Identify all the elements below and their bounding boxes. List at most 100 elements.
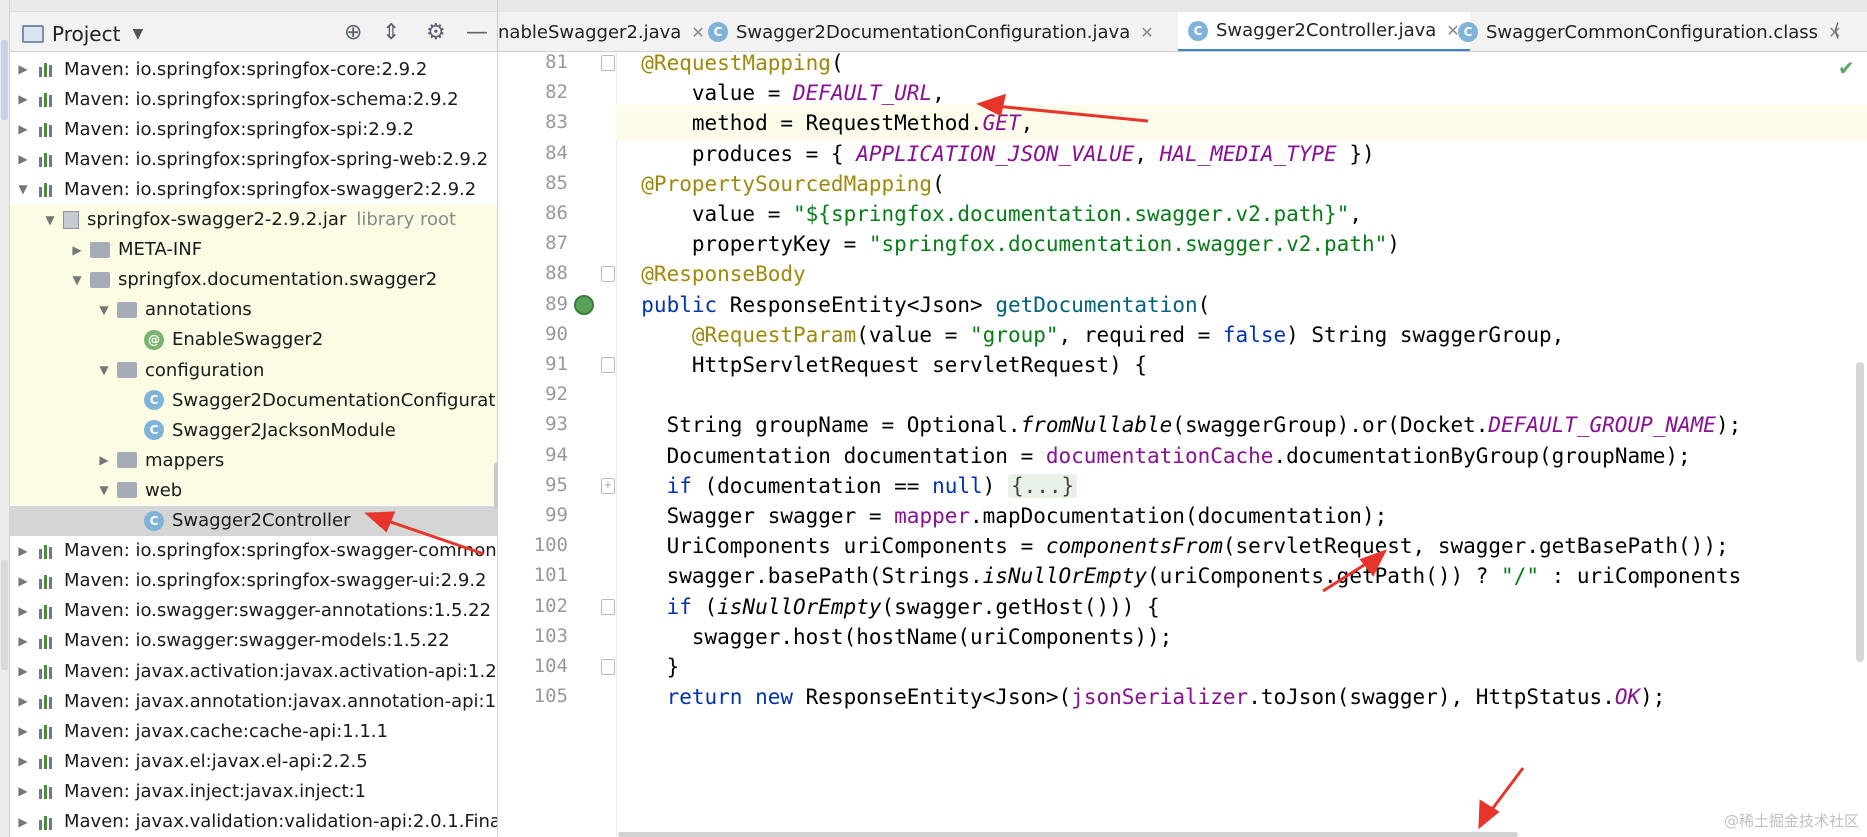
library-icon: [36, 541, 56, 561]
folded-region[interactable]: {...}: [1007, 473, 1078, 498]
expanded-arrow-icon[interactable]: ▼: [97, 483, 111, 497]
tree-node[interactable]: ▼ web: [10, 475, 497, 506]
tab-swagger2documentationconfiguration[interactable]: C Swagger2DocumentationConfiguration.jav…: [708, 12, 1154, 51]
expanded-arrow-icon[interactable]: ▼: [16, 182, 30, 196]
collapse-all-icon[interactable]: ⇕: [382, 20, 400, 46]
tree-node[interactable]: ▶ Maven: javax.validation:validation-api:…: [10, 807, 497, 837]
tree-node[interactable]: ▶ Maven: io.swagger:swagger-models:1.5.22: [10, 626, 497, 656]
code-editor[interactable]: 81 82 83 84 85 86 87 88 89 90 91 92 93 94 95 +99 100 101 1…: [498, 52, 1867, 837]
tree-node[interactable]: C Swagger2JacksonModule: [10, 415, 497, 446]
code-token: APPLICATION_JSON_VALUE: [856, 141, 1135, 166]
tab-enableswagger2[interactable]: nableSwagger2.java ✕: [498, 12, 705, 51]
collapsed-arrow-icon[interactable]: ▶: [16, 815, 30, 829]
collapsed-arrow-icon[interactable]: ▶: [97, 453, 111, 467]
project-view-selector[interactable]: Project ▼: [22, 22, 143, 46]
collapsed-arrow-icon[interactable]: ▶: [16, 122, 30, 136]
tree-node[interactable]: ▼ springfox.documentation.swagger2: [10, 264, 497, 295]
gear-icon[interactable]: ⚙: [426, 20, 446, 46]
tree-node[interactable]: ▶ Maven: javax.activation:javax.activatio…: [10, 656, 498, 686]
tree-node[interactable]: ▶ META-INF: [10, 234, 497, 265]
code-token: ): [1387, 232, 1400, 257]
tree-node[interactable]: C Swagger2DocumentationConfiguratio: [10, 385, 498, 416]
structure-tool-tab[interactable]: [1, 560, 8, 670]
fold-marker-icon[interactable]: [601, 266, 615, 283]
fold-marker-icon[interactable]: +: [601, 477, 615, 494]
expanded-arrow-icon[interactable]: ▼: [43, 213, 57, 227]
tab-swagger2controller[interactable]: C Swagger2Controller.java ✕: [1178, 12, 1470, 51]
tree-node-label: Maven: javax.activation:javax.activation…: [64, 660, 498, 682]
tree-node[interactable]: ▶ Maven: io.springfox:springfox-swagger-u…: [10, 566, 497, 596]
code-token: String groupName = Optional.: [616, 413, 1021, 438]
tree-node[interactable]: ▼ springfox-swagger2-2.9.2.jar library roo…: [10, 204, 497, 235]
code-line[interactable]: return new ResponseEntity<Json>(jsonSeri…: [616, 679, 1867, 715]
tab-swaggercommonconfiguration[interactable]: C SwaggerCommonConfiguration.class ✕: [1458, 12, 1841, 51]
close-icon[interactable]: ✕: [691, 23, 704, 42]
tree-node[interactable]: ▶ Maven: io.springfox:springfox-spring-we…: [10, 144, 497, 174]
close-icon[interactable]: ✕: [1140, 23, 1153, 42]
code-token: GET: [982, 111, 1021, 136]
tree-node[interactable]: ▶ mappers: [10, 445, 497, 476]
tree-node[interactable]: ▶ Maven: io.swagger:swagger-annotations:1…: [10, 596, 497, 626]
code-token: @ResponseBody: [616, 262, 806, 287]
tree-node-label: Maven: io.springfox:springfox-schema:2.9…: [64, 88, 459, 110]
expanded-arrow-icon[interactable]: ▼: [70, 273, 84, 287]
code-token: false: [1222, 322, 1287, 347]
collapsed-arrow-icon[interactable]: ▶: [16, 724, 30, 738]
tree-node[interactable]: ▶ Maven: javax.el:javax.el-api:2.2.5: [10, 746, 497, 776]
collapsed-arrow-icon[interactable]: ▶: [16, 92, 30, 106]
fold-marker-icon[interactable]: [601, 55, 615, 71]
tree-node[interactable]: @ EnableSwagger2: [10, 324, 497, 355]
tree-node-label: Maven: io.springfox:springfox-swagger-co…: [64, 540, 498, 562]
editor-vertical-scrollbar[interactable]: [1856, 362, 1864, 662]
locate-icon[interactable]: ⊕: [344, 20, 362, 46]
project-folder-icon: [22, 25, 44, 43]
collapsed-arrow-icon[interactable]: ▶: [16, 574, 30, 588]
tree-node[interactable]: ▶ Maven: javax.annotation:javax.annotatio…: [10, 686, 497, 716]
endpoint-gutter-icon[interactable]: [574, 294, 594, 315]
collapsed-arrow-icon[interactable]: ▶: [16, 604, 30, 618]
tree-node[interactable]: ▶ Maven: io.springfox:springfox-schema:2.…: [10, 84, 497, 114]
fold-marker-icon[interactable]: [601, 659, 615, 675]
code-token: "/": [1501, 564, 1539, 589]
line-number: 93: [545, 413, 568, 436]
line-number: 83: [545, 111, 568, 134]
code-token: );: [1640, 685, 1666, 710]
code-token: (uriComponents.getPath()) ?: [1147, 564, 1502, 589]
fold-marker-icon[interactable]: [601, 598, 615, 615]
tab-overflow-icon[interactable]: ⟨: [1833, 20, 1840, 41]
fold-marker-icon[interactable]: [601, 357, 615, 373]
editor-horizontal-scrollbar[interactable]: [618, 832, 1518, 837]
tree-node[interactable]: ▶ Maven: io.springfox:springfox-core:2.9.…: [10, 54, 497, 84]
collapsed-arrow-icon[interactable]: ▶: [16, 634, 30, 648]
tree-node[interactable]: ▶ Maven: io.springfox:springfox-swagger-c…: [10, 536, 498, 566]
collapsed-arrow-icon[interactable]: ▶: [16, 754, 30, 768]
tree-node[interactable]: ▶ Maven: javax.inject:javax.inject:1: [10, 776, 497, 806]
collapsed-arrow-icon[interactable]: ▶: [16, 664, 30, 678]
collapsed-arrow-icon[interactable]: ▶: [70, 243, 84, 257]
tree-node[interactable]: ▼ annotations: [10, 294, 497, 325]
tree-node[interactable]: ▼ Maven: io.springfox:springfox-swagger2:…: [10, 174, 497, 204]
collapsed-arrow-icon[interactable]: ▶: [16, 544, 30, 558]
expanded-arrow-icon[interactable]: ▼: [97, 303, 111, 317]
library-icon: [36, 179, 56, 199]
inspection-ok-icon[interactable]: ✔: [1838, 56, 1855, 80]
tree-node[interactable]: ▶ Maven: io.springfox:springfox-spi:2.9.2: [10, 114, 497, 144]
collapsed-arrow-icon[interactable]: ▶: [16, 784, 30, 798]
collapsed-arrow-icon[interactable]: ▶: [16, 152, 30, 166]
code-token: "${springfox.documentation.swagger.v2.pa…: [793, 202, 1350, 226]
expanded-arrow-icon[interactable]: ▼: [97, 363, 111, 377]
library-root-hint: library root: [356, 209, 457, 230]
annotation-icon: @: [144, 329, 164, 350]
code-token: DEFAULT_URL: [793, 81, 933, 106]
tree-node[interactable]: ▼ configuration: [10, 355, 497, 385]
hide-icon[interactable]: —: [466, 20, 488, 46]
tree-node-label: Swagger2DocumentationConfiguratio: [172, 389, 498, 411]
code-token: isNullOrEmpty: [717, 594, 882, 619]
code-token: );: [1715, 413, 1742, 438]
project-tool-tab[interactable]: [1, 40, 8, 120]
collapsed-arrow-icon[interactable]: ▶: [16, 62, 30, 76]
code-token: Documentation documentation =: [616, 443, 1046, 468]
tree-node[interactable]: C Swagger2Controller: [10, 505, 497, 536]
tree-node[interactable]: ▶ Maven: javax.cache:cache-api:1.1.1: [10, 716, 497, 746]
collapsed-arrow-icon[interactable]: ▶: [16, 694, 30, 708]
